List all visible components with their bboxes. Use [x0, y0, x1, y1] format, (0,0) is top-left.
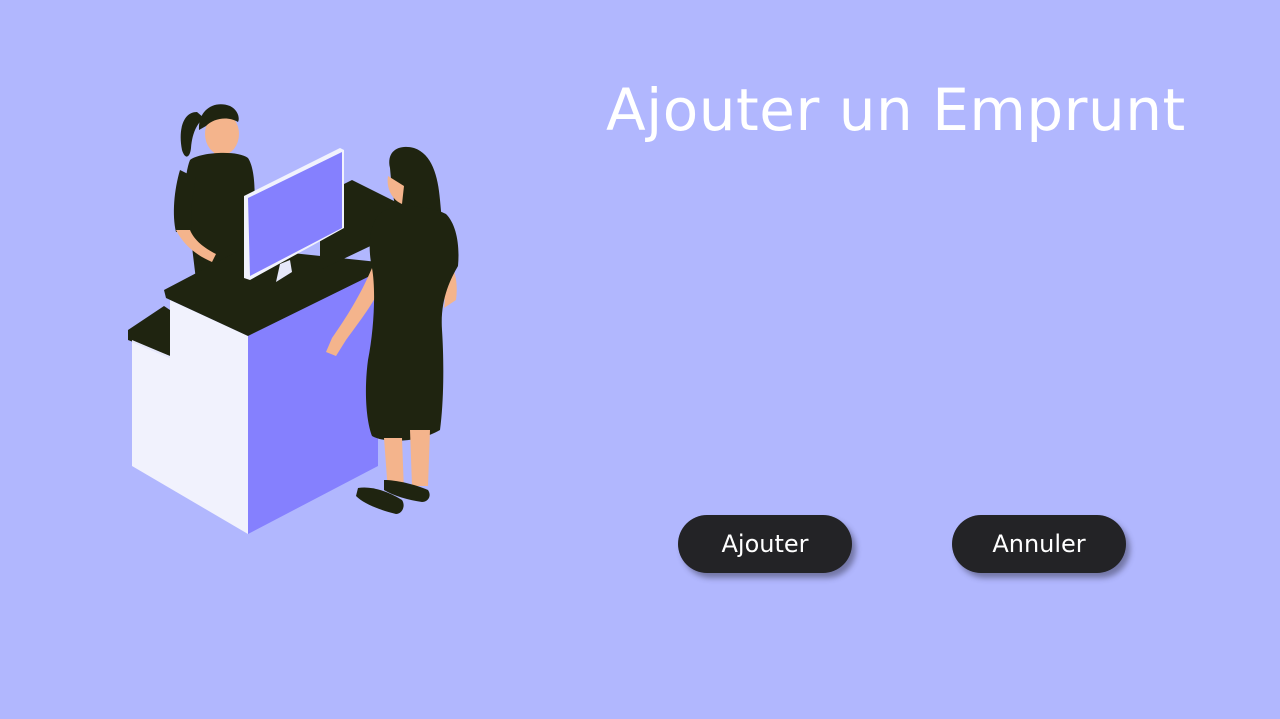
cancel-button[interactable]: Annuler	[952, 515, 1126, 573]
page-title: Ajouter un Emprunt	[606, 76, 1186, 144]
add-button[interactable]: Ajouter	[678, 515, 852, 573]
add-loan-screen: Ajouter un Emprunt Ajouter Annuler	[0, 0, 1280, 719]
librarian-desk-illustration	[128, 104, 459, 534]
